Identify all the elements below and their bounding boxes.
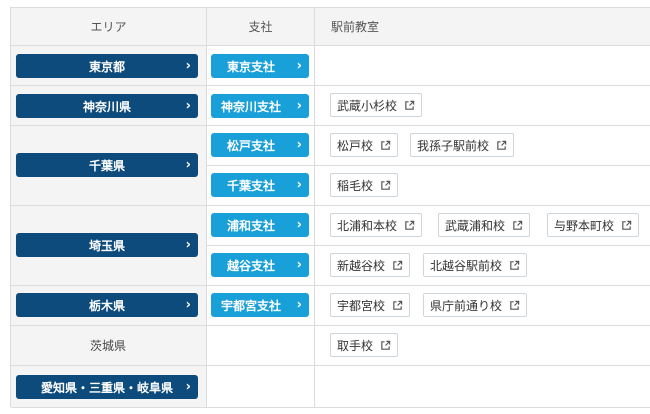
prefecture-button-tochigi[interactable]: 栃木県 › <box>16 293 198 317</box>
external-link-icon <box>381 140 391 150</box>
prefecture-button-tokai[interactable]: 愛知県・三重県・岐阜県 › <box>16 375 198 399</box>
branch-button-kanagawa[interactable]: 神奈川支社 › <box>211 94 309 118</box>
school-link-inage[interactable]: 稲毛校 <box>330 173 399 197</box>
school-link-shinkoshigaya[interactable]: 新越谷校 <box>330 253 411 277</box>
prefecture-button-kanagawa[interactable]: 神奈川県 › <box>16 94 198 118</box>
school-link-abiko-ekimae[interactable]: 我孫子駅前校 <box>410 133 515 157</box>
chevron-right-icon: › <box>185 58 191 74</box>
chevron-right-icon: › <box>296 137 302 153</box>
prefecture-button-saitama[interactable]: 埼玉県 › <box>16 233 198 257</box>
prefecture-button-chiba[interactable]: 千葉県 › <box>16 153 198 177</box>
external-link-icon <box>393 300 403 310</box>
header-school: 駅前教室 <box>315 8 650 46</box>
branch-button-utsunomiya[interactable]: 宇都宮支社 › <box>211 293 309 317</box>
chevron-right-icon: › <box>296 58 302 74</box>
header-branch: 支社 <box>207 8 315 46</box>
chevron-right-icon: › <box>185 297 191 313</box>
external-link-icon <box>393 260 403 270</box>
school-link-toride[interactable]: 取手校 <box>330 333 399 357</box>
external-link-icon <box>622 220 632 230</box>
school-link-kitaurawa-honko[interactable]: 北浦和本校 <box>330 213 423 237</box>
school-link-musashiurawa[interactable]: 武蔵浦和校 <box>438 213 531 237</box>
external-link-icon <box>381 180 391 190</box>
school-link-kenchomae-dori[interactable]: 県庁前通り校 <box>423 293 528 317</box>
school-link-matsudo[interactable]: 松戸校 <box>330 133 399 157</box>
external-link-icon <box>510 260 520 270</box>
branch-button-tokyo[interactable]: 東京支社 › <box>211 54 309 78</box>
chevron-right-icon: › <box>185 379 191 395</box>
chevron-right-icon: › <box>296 257 302 273</box>
external-link-icon <box>405 220 415 230</box>
school-cell <box>315 366 650 408</box>
branch-button-urawa[interactable]: 浦和支社 › <box>211 213 309 237</box>
header-area: エリア <box>11 8 207 46</box>
external-link-icon <box>510 300 520 310</box>
external-link-icon <box>405 100 415 110</box>
branch-button-koshigaya[interactable]: 越谷支社 › <box>211 253 309 277</box>
chevron-right-icon: › <box>185 237 191 253</box>
branch-button-chiba[interactable]: 千葉支社 › <box>211 173 309 197</box>
prefecture-label-ibaraki: 茨城県 <box>89 338 126 353</box>
school-link-utsunomiya[interactable]: 宇都宮校 <box>330 293 411 317</box>
external-link-icon <box>513 220 523 230</box>
prefecture-button-tokyo[interactable]: 東京都 › <box>16 54 198 78</box>
school-link-yonohonmachi[interactable]: 与野本町校 <box>547 213 640 237</box>
school-link-kitakoshigaya-ekimae[interactable]: 北越谷駅前校 <box>423 253 528 277</box>
external-link-icon <box>381 340 391 350</box>
chevron-right-icon: › <box>296 217 302 233</box>
chevron-right-icon: › <box>296 177 302 193</box>
external-link-icon <box>497 140 507 150</box>
school-link-musashikosugi[interactable]: 武蔵小杉校 <box>330 93 423 117</box>
chevron-right-icon: › <box>296 98 302 114</box>
chevron-right-icon: › <box>296 297 302 313</box>
branch-button-matsudo[interactable]: 松戸支社 › <box>211 133 309 157</box>
chevron-right-icon: › <box>185 98 191 114</box>
branch-cell <box>207 326 315 366</box>
chevron-right-icon: › <box>185 157 191 173</box>
school-cell <box>315 46 650 86</box>
branch-cell <box>207 366 315 408</box>
